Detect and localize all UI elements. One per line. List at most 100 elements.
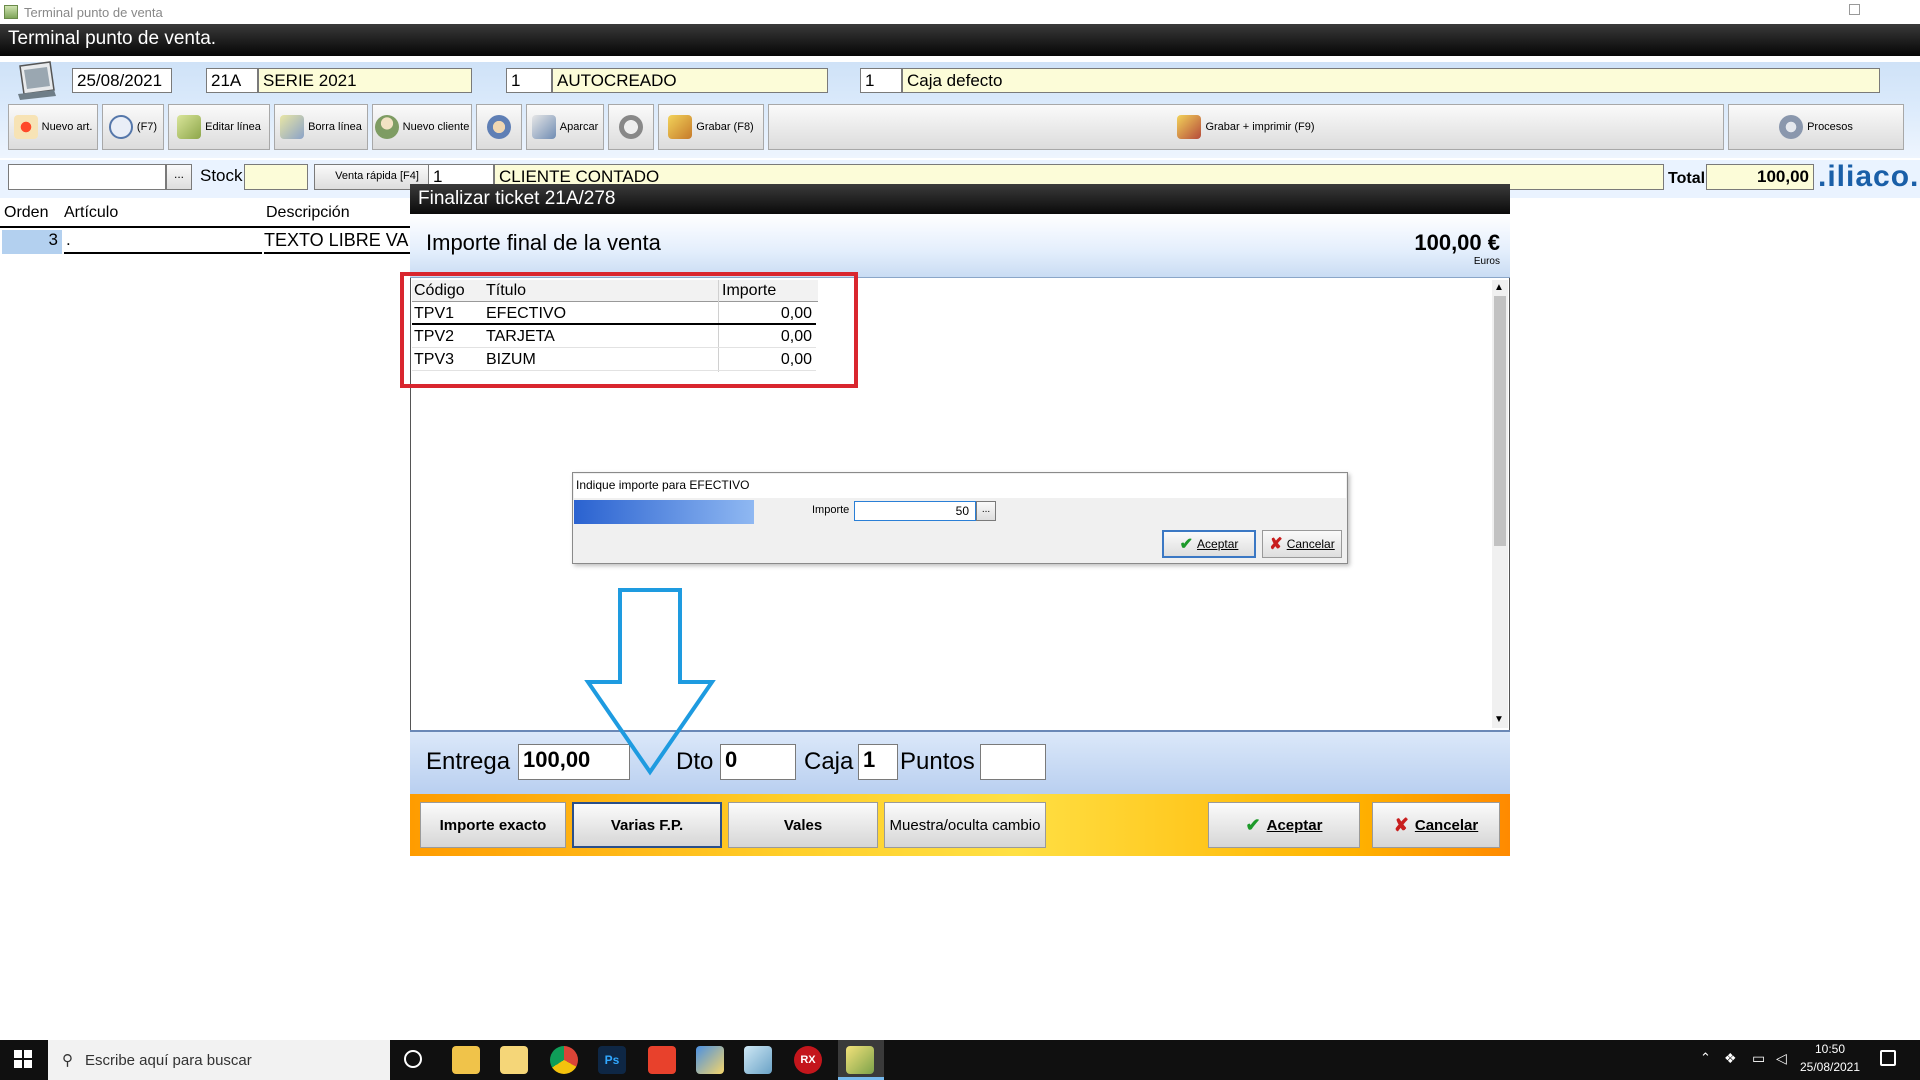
total-field: 100,00 bbox=[1706, 164, 1814, 190]
park-button[interactable]: Aparcar bbox=[526, 104, 604, 150]
vouchers-button[interactable]: Vales bbox=[728, 802, 878, 848]
total-label: Total bbox=[1668, 170, 1706, 187]
scrollbar-thumb[interactable] bbox=[1494, 296, 1506, 546]
highlight-box bbox=[400, 272, 858, 388]
caja-code-field[interactable]: 1 bbox=[860, 68, 902, 93]
app-header: Terminal punto de venta. bbox=[0, 24, 1920, 56]
recover-button[interactable] bbox=[608, 104, 654, 150]
new-client-button[interactable]: Nuevo cliente bbox=[372, 104, 472, 150]
check-icon: ✔ bbox=[1245, 814, 1261, 835]
gears-icon bbox=[1779, 115, 1804, 139]
caja-name-field: Caja defecto bbox=[902, 68, 1880, 93]
delete-line-icon bbox=[280, 115, 305, 139]
grid-cell-orden[interactable]: 3 bbox=[2, 230, 62, 254]
close-icon: ✘ bbox=[1269, 536, 1283, 553]
importe-label: Importe bbox=[812, 504, 850, 516]
stock-label: Stock bbox=[200, 166, 243, 185]
network-icon[interactable]: ▭ bbox=[1752, 1050, 1765, 1067]
photoshop-icon[interactable]: Ps bbox=[598, 1046, 626, 1074]
grid-header-descripcion: Descripción bbox=[266, 204, 350, 221]
app-icon-1[interactable] bbox=[696, 1046, 724, 1074]
tray-chevron-icon[interactable]: ⌃ bbox=[1700, 1050, 1711, 1066]
user-icon bbox=[374, 115, 399, 139]
date-field[interactable]: 25/08/2021 bbox=[72, 68, 172, 93]
article-search-input[interactable] bbox=[8, 164, 166, 190]
scroll-up-icon[interactable]: ▲ bbox=[1494, 282, 1504, 293]
caja-label: Caja bbox=[804, 748, 854, 775]
clock-time[interactable]: 10:50 bbox=[1790, 1042, 1870, 1056]
user-name-field: AUTOCREADO bbox=[552, 68, 828, 93]
scroll-down-icon[interactable]: ▼ bbox=[1494, 714, 1504, 725]
brand-logo: .iliaco. bbox=[1818, 160, 1920, 193]
save-button[interactable]: Grabar (F8) bbox=[658, 104, 764, 150]
toggle-change-button[interactable]: Muestra/oculta cambio bbox=[884, 802, 1046, 848]
window-title: Terminal punto de venta bbox=[24, 4, 163, 20]
article-browse-button[interactable]: ... bbox=[166, 164, 192, 190]
anydesk-icon[interactable] bbox=[648, 1046, 676, 1074]
park-icon bbox=[531, 115, 556, 139]
sub-accept-button[interactable]: ✔ Aceptar bbox=[1162, 530, 1256, 558]
grid-header-articulo: Artículo bbox=[64, 204, 119, 221]
windows-start-icon[interactable] bbox=[14, 1050, 32, 1068]
importe-input[interactable]: 50 bbox=[854, 501, 976, 521]
delete-line-button[interactable]: Borra línea bbox=[274, 104, 368, 150]
save-icon bbox=[668, 115, 693, 139]
clock-date[interactable]: 25/08/2021 bbox=[1790, 1060, 1870, 1074]
entrega-label: Entrega bbox=[426, 748, 511, 775]
grid-cell-articulo[interactable]: . bbox=[64, 230, 262, 254]
register-icon bbox=[14, 60, 58, 100]
notifications-icon[interactable] bbox=[1880, 1050, 1896, 1066]
amount-dialog-title: Indique importe para EFECTIVO bbox=[574, 474, 1346, 498]
recover-icon bbox=[619, 115, 643, 139]
caja-input[interactable]: 1 bbox=[858, 744, 898, 780]
dialog-title: Finalizar ticket 21A/278 bbox=[410, 184, 1510, 214]
user-code-field[interactable]: 1 bbox=[506, 68, 552, 93]
save-print-button[interactable]: Grabar + imprimir (F9) bbox=[768, 104, 1724, 150]
check-icon: ✔ bbox=[1179, 536, 1194, 553]
sub-cancel-button[interactable]: ✘ Cancelar bbox=[1262, 530, 1342, 558]
stock-field bbox=[244, 164, 308, 190]
final-amount: 100,00 € bbox=[1414, 230, 1500, 255]
grid-cell-descripcion[interactable]: TEXTO LIBRE VA bbox=[264, 230, 410, 254]
dialog-subtitle: Importe final de la venta bbox=[426, 230, 661, 255]
chrome-icon[interactable] bbox=[550, 1046, 578, 1074]
grid-header-orden: Orden bbox=[4, 204, 49, 221]
file-explorer-icon[interactable] bbox=[452, 1046, 480, 1074]
progress-bar bbox=[574, 500, 754, 524]
importe-browse-button[interactable]: ... bbox=[976, 501, 996, 521]
multiple-payment-button[interactable]: Varias F.P. bbox=[572, 802, 722, 848]
edit-line-button[interactable]: Editar línea bbox=[168, 104, 270, 150]
exact-amount-button[interactable]: Importe exacto bbox=[420, 802, 566, 848]
annotation-arrow bbox=[580, 586, 720, 776]
grid-header-line bbox=[0, 226, 410, 228]
app-icon-2[interactable] bbox=[744, 1046, 772, 1074]
volume-icon[interactable]: ◁ bbox=[1776, 1050, 1787, 1067]
close-icon: ✘ bbox=[1393, 814, 1409, 835]
puntos-input[interactable] bbox=[980, 744, 1046, 780]
currency-label: Euros bbox=[1473, 256, 1500, 267]
client-search-button[interactable] bbox=[476, 104, 522, 150]
pos-app-icon[interactable] bbox=[846, 1046, 874, 1074]
serie-code-field[interactable]: 21A bbox=[206, 68, 258, 93]
restore-icon[interactable] bbox=[1849, 4, 1860, 15]
new-article-button[interactable]: Nuevo art. bbox=[8, 104, 98, 150]
taskbar-search[interactable]: ⚲ Escribe aquí para buscar bbox=[48, 1040, 390, 1080]
new-article-icon bbox=[13, 115, 38, 139]
cortana-icon[interactable] bbox=[404, 1050, 422, 1068]
f7-button[interactable]: (F7) bbox=[102, 104, 164, 150]
client-search-icon bbox=[487, 115, 511, 139]
save-print-icon bbox=[1177, 115, 1202, 139]
edit-line-icon bbox=[177, 115, 202, 139]
accept-button[interactable]: ✔ Aceptar bbox=[1208, 802, 1360, 848]
serie-name-field: SERIE 2021 bbox=[258, 68, 472, 93]
app-icon bbox=[4, 5, 18, 19]
cancel-button[interactable]: ✘ Cancelar bbox=[1372, 802, 1500, 848]
search-icon: ⚲ bbox=[62, 1052, 73, 1069]
dto-input[interactable]: 0 bbox=[720, 744, 796, 780]
window-titlebar: Terminal punto de venta bbox=[0, 0, 1920, 24]
rx-app-icon[interactable]: RX bbox=[794, 1046, 822, 1074]
target-icon bbox=[108, 115, 133, 139]
folder-app-icon[interactable] bbox=[500, 1046, 528, 1074]
dropbox-icon[interactable]: ❖ bbox=[1724, 1050, 1737, 1067]
processes-button[interactable]: Procesos bbox=[1728, 104, 1904, 150]
